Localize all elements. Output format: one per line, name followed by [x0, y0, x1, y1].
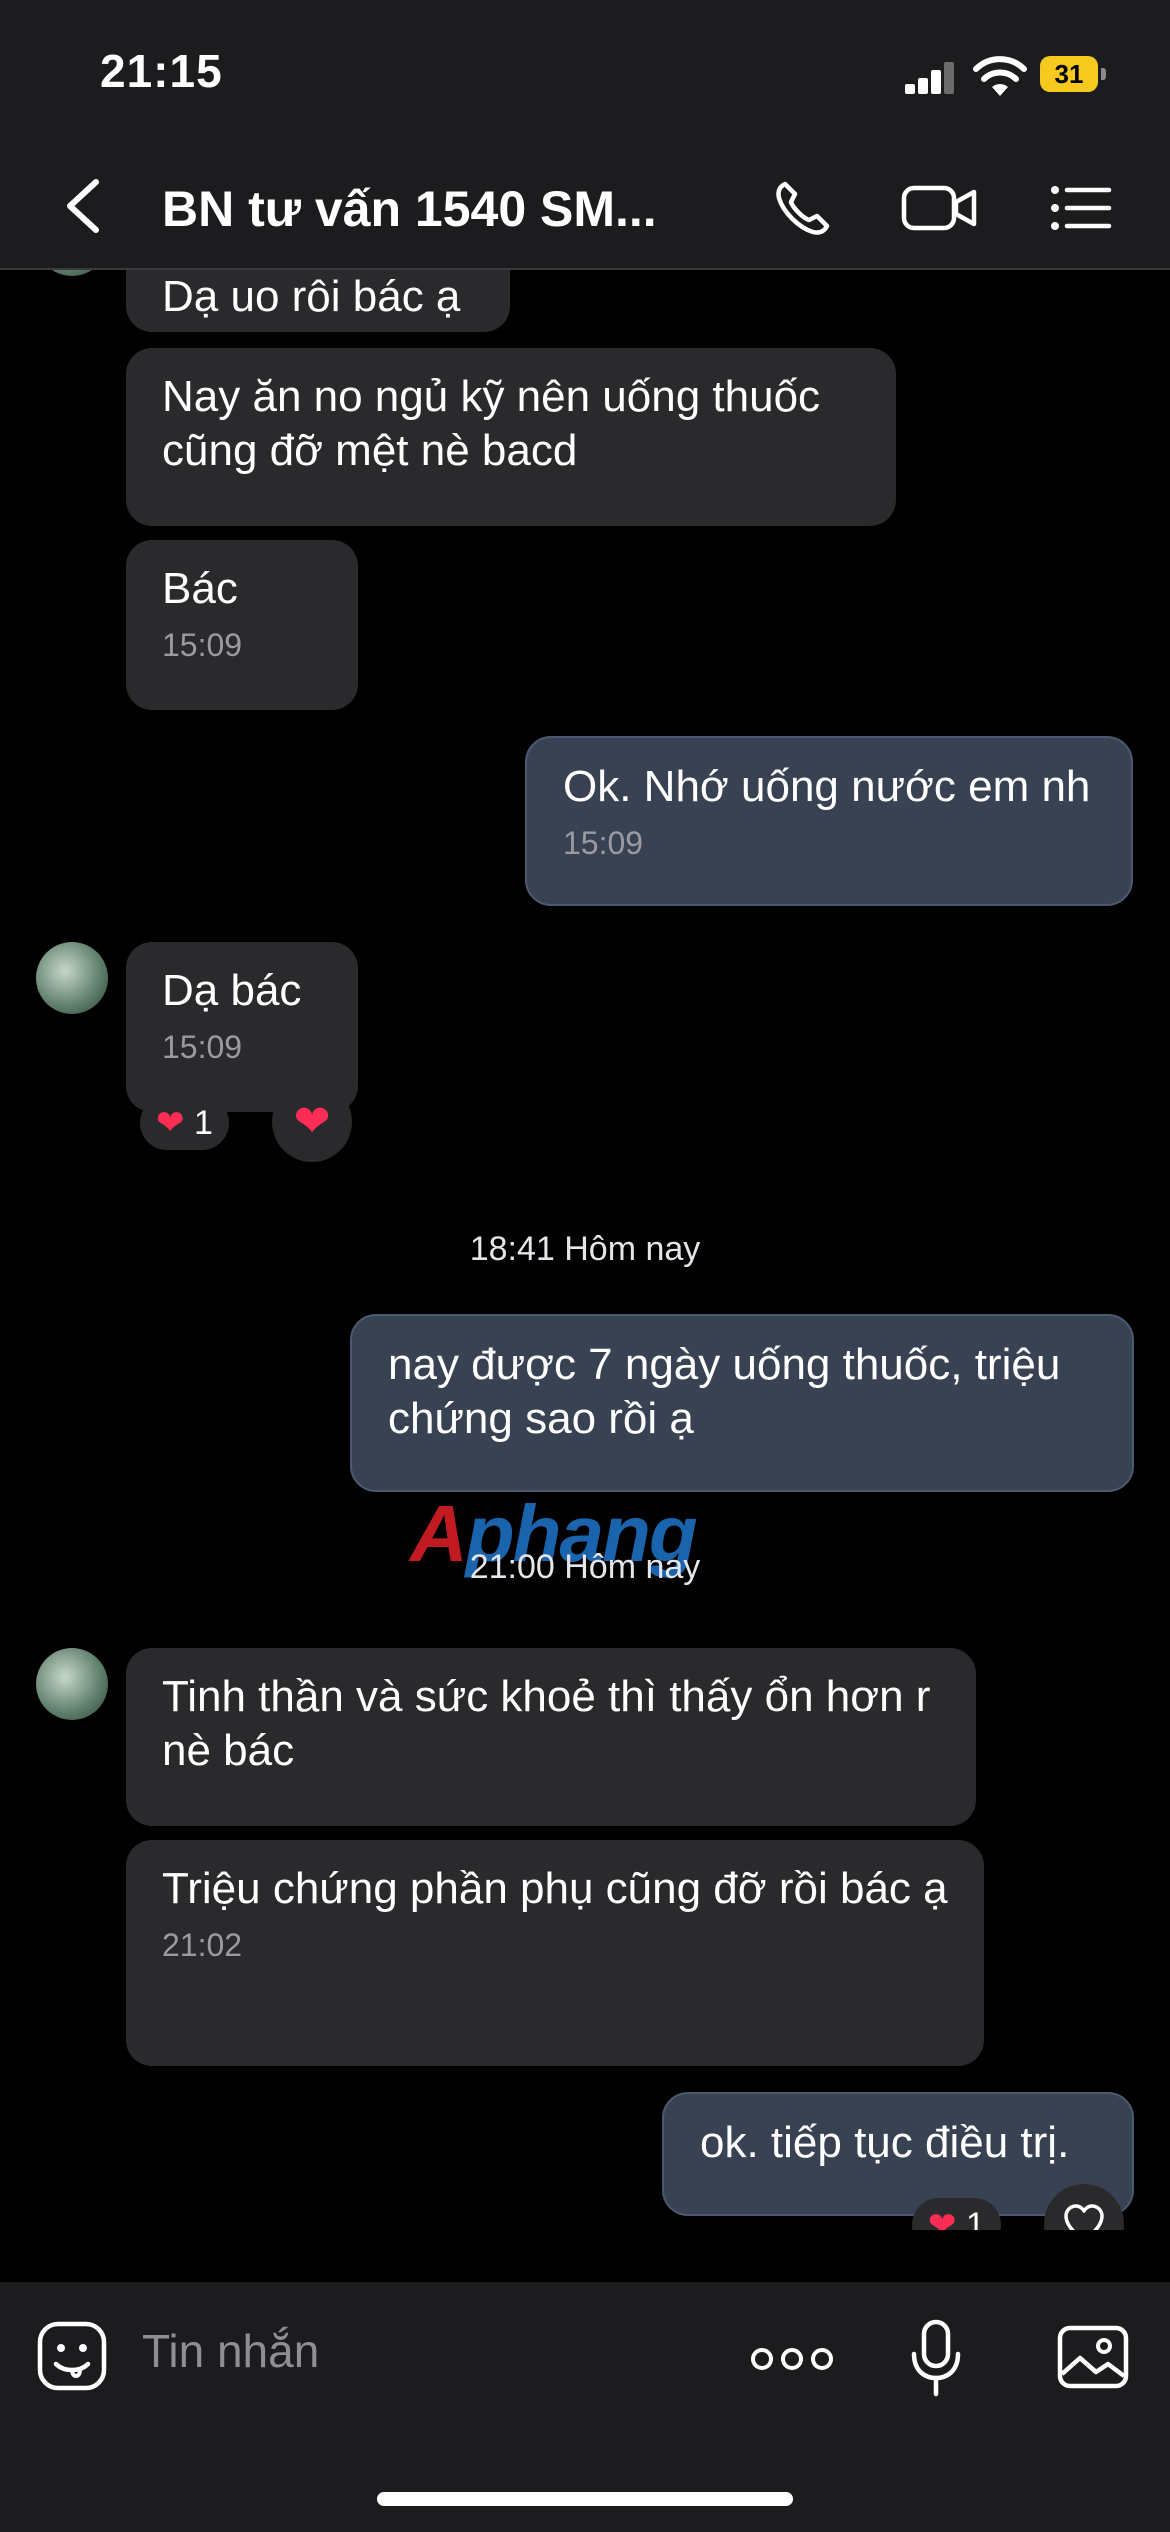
reaction-badge[interactable]: ❤ 1 — [912, 2198, 1001, 2230]
avatar[interactable] — [36, 1648, 108, 1720]
message-time: 21:02 — [162, 1927, 243, 1963]
back-chevron-icon[interactable] — [58, 178, 108, 234]
message-time: 15:09 — [162, 627, 243, 663]
message-text: Dạ bác — [162, 966, 302, 1015]
cellular-signal-icon — [905, 60, 955, 94]
home-indicator — [377, 2492, 793, 2506]
message-time: 15:09 — [563, 825, 644, 861]
wifi-icon — [973, 56, 1027, 96]
chat-header: BN tư vấn 1540 SM... — [0, 140, 1170, 270]
reaction-count: 1 — [965, 2206, 985, 2230]
message-text: Triệu chứng phần phụ cũng đỡ rồi bác ạ — [162, 1864, 948, 1913]
composer-bar: Tin nhắn — [0, 2282, 1170, 2532]
phone-icon[interactable] — [768, 178, 838, 238]
message-input[interactable]: Tin nhắn — [142, 2324, 319, 2378]
message-bubble[interactable]: Dạ uo rôi bác ạ — [126, 270, 510, 332]
message-text: Bác — [162, 564, 238, 613]
microphone-icon[interactable] — [908, 2318, 964, 2398]
message-text: Tinh thần và sức khoẻ thì thấy ổn hơn r … — [162, 1672, 931, 1775]
message-text: nay được 7 ngày uống thuốc, triệu chứng … — [388, 1340, 1061, 1443]
list-menu-icon[interactable] — [1046, 178, 1116, 238]
message-text: Ok. Nhớ uống nước em nh — [563, 762, 1091, 811]
message-bubble[interactable]: Ok. Nhớ uống nước em nh 15:09 — [525, 736, 1133, 906]
heart-outline-icon — [1064, 2204, 1104, 2230]
reaction-badge[interactable]: ❤ 1 — [140, 1096, 229, 1150]
battery-level: 31 — [1040, 56, 1098, 92]
message-bubble[interactable]: Nay ăn no ngủ kỹ nên uống thuốc cũng đỡ … — [126, 348, 896, 526]
video-camera-icon[interactable] — [900, 178, 980, 238]
message-list[interactable]: Dạ uo rôi bác ạ Nay ăn no ngủ kỹ nên uốn… — [0, 270, 1170, 2230]
reaction-count: 1 — [193, 1104, 213, 1142]
chat-title[interactable]: BN tư vấn 1540 SM... — [162, 180, 657, 238]
status-time: 21:15 — [100, 45, 223, 97]
message-bubble[interactable]: nay được 7 ngày uống thuốc, triệu chứng … — [350, 1314, 1134, 1492]
heart-icon: ❤ — [293, 1097, 331, 1146]
message-text: Dạ uo rôi bác ạ — [162, 272, 461, 321]
status-bar: 21:15 31 — [0, 0, 1170, 140]
avatar[interactable] — [36, 942, 108, 1014]
more-options-icon[interactable] — [750, 2344, 834, 2374]
heart-icon: ❤ — [156, 1104, 185, 1142]
message-bubble[interactable]: Triệu chứng phần phụ cũng đỡ rồi bác ạ 2… — [126, 1840, 984, 2066]
date-separator: 21:00 Hôm nay — [469, 1548, 701, 1586]
message-bubble[interactable]: Tinh thần và sức khoẻ thì thấy ổn hơn r … — [126, 1648, 976, 1826]
message-time: 15:09 — [162, 1029, 243, 1065]
date-separator: 18:41 Hôm nay — [469, 1230, 701, 1268]
heart-icon: ❤ — [928, 2206, 957, 2230]
message-bubble[interactable]: Bác 15:09 — [126, 540, 358, 710]
message-text: Nay ăn no ngủ kỹ nên uống thuốc cũng đỡ … — [162, 372, 821, 475]
avatar[interactable] — [36, 270, 108, 276]
message-text: ok. tiếp tục điều trị. — [700, 2118, 1070, 2167]
react-heart-button[interactable]: ❤ — [272, 1082, 352, 1162]
sticker-emoji-icon[interactable] — [36, 2320, 108, 2392]
image-gallery-icon[interactable] — [1056, 2324, 1130, 2390]
battery-icon: 31 — [1040, 56, 1106, 92]
